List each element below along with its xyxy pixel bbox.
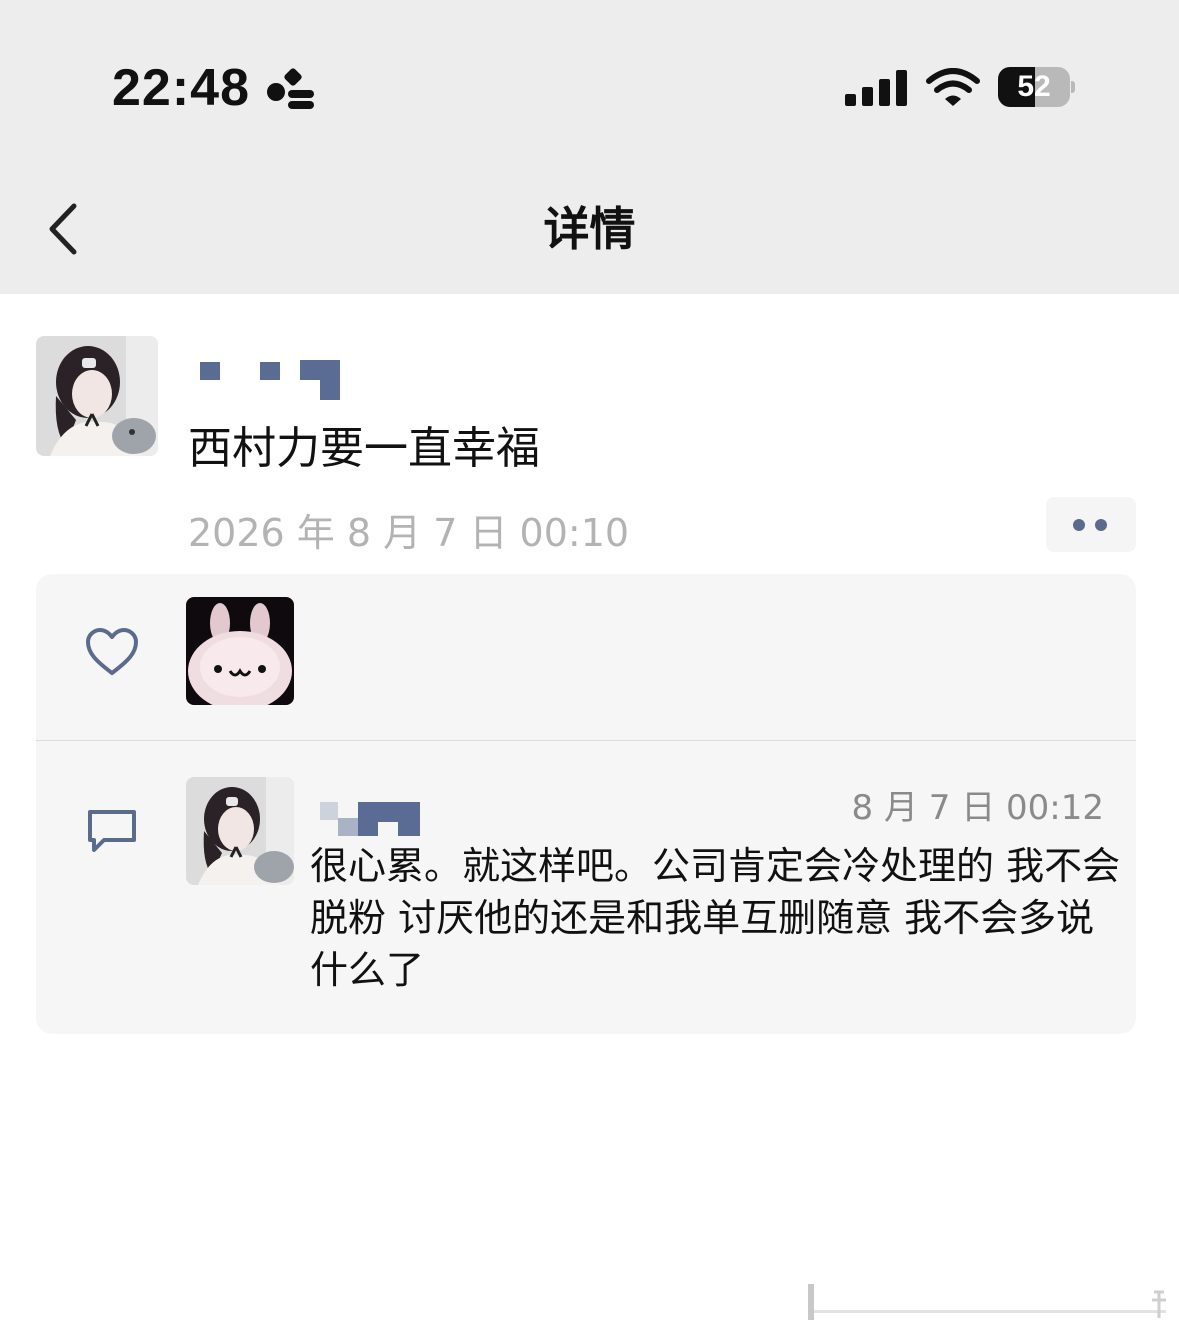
page-title: 详情 xyxy=(543,202,636,256)
comment-icon[interactable] xyxy=(84,806,140,856)
commenter-name-redacted xyxy=(320,802,420,836)
post-author-name-redacted xyxy=(200,360,340,400)
signal-icon xyxy=(845,70,907,106)
watermark-logo xyxy=(808,1284,1166,1320)
status-time: 22:48 xyxy=(112,59,250,117)
post-text: 西村力要一直幸福 xyxy=(188,423,540,474)
battery-level: 52 xyxy=(1017,70,1051,103)
post-author-avatar[interactable] xyxy=(36,336,158,456)
comment-text: 很心累。就这样吧。公司肯定会冷处理的 我不会脱粉 讨厌他的还是和我单互删随意 我… xyxy=(310,844,1121,992)
focus-mode-icon xyxy=(267,68,314,109)
status-bar: 22:48 52 xyxy=(0,0,1179,170)
battery-icon: 52 xyxy=(998,67,1075,109)
comment-timestamp: 8 月 7 日 00:12 xyxy=(851,788,1104,828)
wifi-icon xyxy=(926,68,980,106)
post-timestamp: 2026 年 8 月 7 日 00:10 xyxy=(188,511,630,555)
commenter-avatar[interactable] xyxy=(186,777,294,885)
nav-bar: 详情 xyxy=(0,170,1179,294)
panel-divider xyxy=(36,740,1136,741)
liker-avatar[interactable] xyxy=(186,597,294,705)
back-arrow-icon xyxy=(49,203,77,255)
back-button[interactable] xyxy=(36,194,96,264)
more-options-button[interactable] xyxy=(1046,497,1136,552)
heart-icon[interactable] xyxy=(84,626,140,678)
